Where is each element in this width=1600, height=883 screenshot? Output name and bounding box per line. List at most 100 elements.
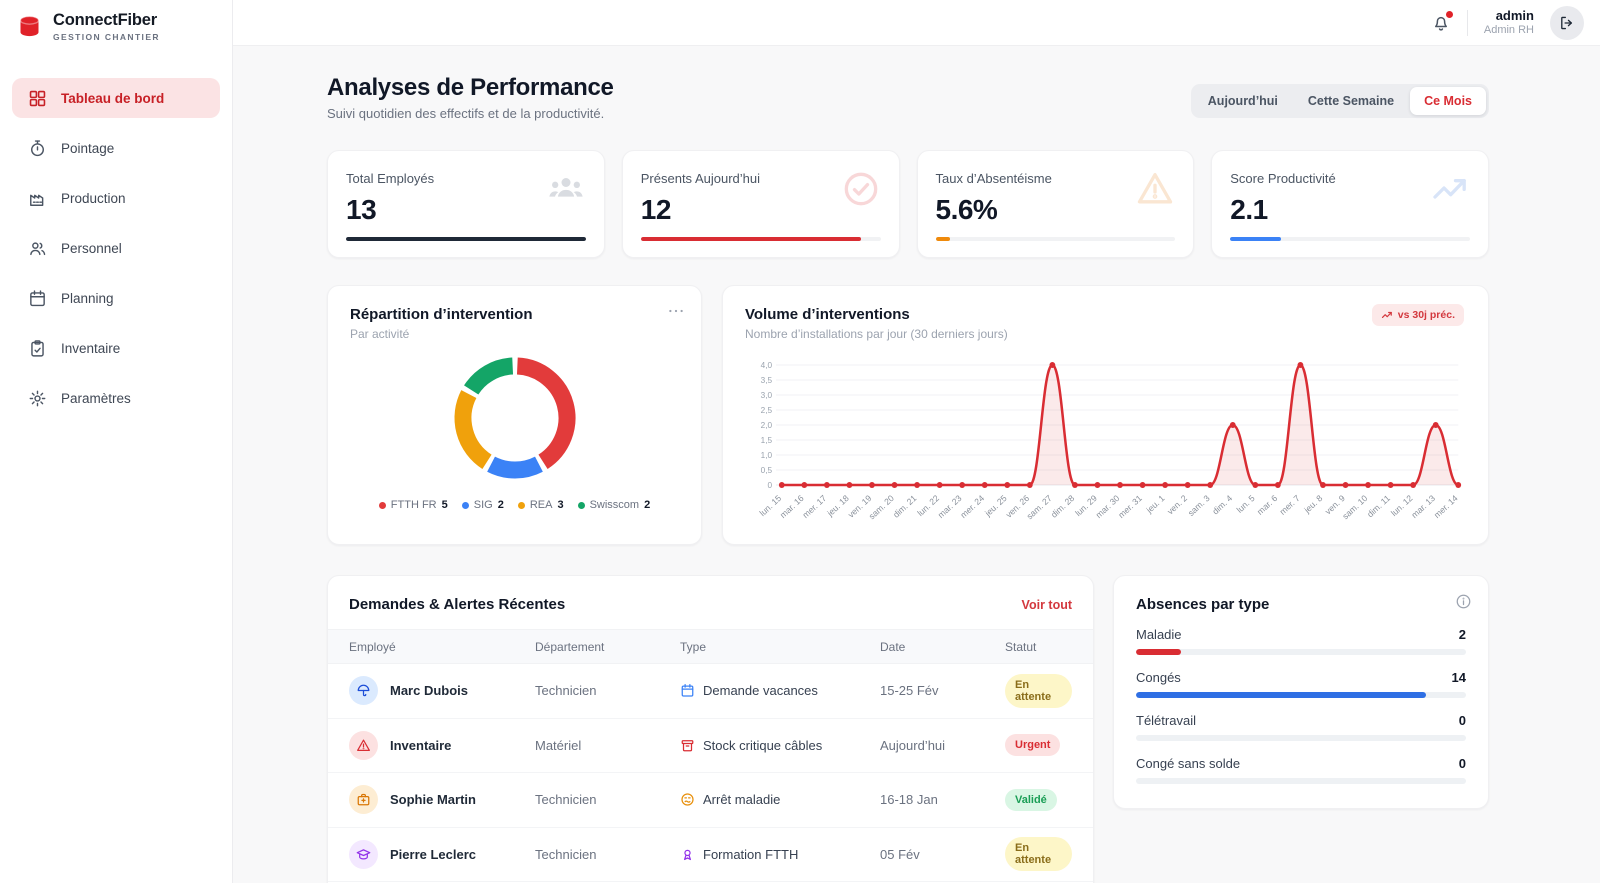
absences-title: Absences par type bbox=[1136, 596, 1270, 613]
donut-segment-rea[interactable] bbox=[454, 390, 492, 469]
sidebar-item-label: Production bbox=[61, 190, 126, 206]
first-aid-icon bbox=[357, 794, 370, 806]
stat-progress-track bbox=[935, 237, 1176, 241]
stat-progress-track bbox=[1230, 237, 1470, 241]
info-icon[interactable] bbox=[1455, 593, 1472, 610]
see-all-link[interactable]: Voir tout bbox=[1022, 598, 1072, 612]
svg-text:4,0: 4,0 bbox=[761, 360, 773, 370]
department-cell: Technicien bbox=[535, 792, 597, 808]
absence-label: Télétravail bbox=[1136, 713, 1196, 728]
table-row[interactable]: Inventaire Matériel Stock critique câbles A… bbox=[328, 719, 1093, 773]
table-row[interactable]: Pierre Leclerc Technicien Formation FTTH 05… bbox=[328, 828, 1093, 882]
svg-text:3,5: 3,5 bbox=[761, 375, 773, 385]
table-row[interactable]: Sophie Martin Technicien Arrêt maladie 16-1… bbox=[328, 773, 1093, 828]
svg-text:jeu. 25: jeu. 25 bbox=[982, 493, 1008, 519]
clipboard-check-icon bbox=[31, 339, 44, 357]
svg-text:mer. 24: mer. 24 bbox=[958, 493, 986, 520]
notification-unread-dot bbox=[1445, 10, 1453, 18]
donut-card-title: Répartition d’intervention bbox=[350, 306, 533, 323]
donut-svg bbox=[454, 357, 575, 479]
absence-progress-fill bbox=[1136, 649, 1181, 655]
people-group-icon bbox=[549, 178, 583, 197]
donut-segment-sig[interactable] bbox=[486, 456, 543, 479]
logout-button[interactable] bbox=[1550, 5, 1584, 40]
donut-segment-swisscom[interactable] bbox=[463, 357, 513, 395]
absence-progress-track bbox=[1136, 649, 1466, 655]
trend-up-icon bbox=[1381, 309, 1393, 321]
sidebar-item-tableau-de-bord[interactable]: Tableau de bord bbox=[12, 78, 220, 118]
stopwatch-icon bbox=[31, 139, 44, 156]
svg-text:mar. 30: mar. 30 bbox=[1094, 493, 1122, 520]
user-role: Admin RH bbox=[1483, 23, 1534, 36]
sidebar-item-production[interactable]: Production bbox=[12, 178, 220, 218]
date-cell: Aujourd’hui bbox=[880, 737, 946, 753]
absence-value: 0 bbox=[1458, 713, 1466, 728]
notifications-button[interactable] bbox=[1431, 10, 1453, 33]
absence-value: 14 bbox=[1451, 670, 1466, 685]
column-header-type: Type bbox=[680, 639, 707, 654]
stat-progress-fill bbox=[935, 237, 950, 241]
legend-value: 5 bbox=[441, 499, 448, 511]
department-cell: Matériel bbox=[535, 737, 582, 753]
stat-card: Taux d’Absentéisme 5.6% bbox=[916, 150, 1195, 258]
calendar-icon bbox=[30, 289, 45, 306]
absence-progress-track bbox=[1136, 692, 1466, 698]
donut-segment-ftth-fr[interactable] bbox=[516, 357, 575, 469]
line-card-title: Volume d’interventions bbox=[745, 306, 910, 323]
check-circle-icon bbox=[841, 169, 881, 209]
archive-box-icon bbox=[681, 739, 694, 752]
stat-progress-fill bbox=[640, 237, 862, 241]
sidebar-menu: Tableau de bord Pointage Production Personn… bbox=[0, 56, 232, 418]
sidebar-item-planning[interactable]: Planning bbox=[12, 278, 220, 318]
filter-aujourd-hui[interactable]: Aujourd’hui bbox=[1194, 87, 1292, 115]
topbar-divider bbox=[1466, 9, 1468, 36]
sidebar-item-label: Tableau de bord bbox=[61, 90, 165, 106]
sidebar-item-inventaire[interactable]: Inventaire bbox=[12, 328, 220, 368]
column-header-d-partement: Département bbox=[535, 639, 605, 654]
legend-item-sig: SIG 2 bbox=[461, 499, 504, 511]
stat-progress-fill bbox=[346, 237, 586, 241]
svg-text:2,5: 2,5 bbox=[761, 405, 773, 415]
medal-icon bbox=[680, 847, 695, 862]
svg-text:dim. 28: dim. 28 bbox=[1049, 493, 1076, 520]
time-filter-segment: Aujourd’hui Cette Semaine Ce Mois bbox=[1190, 84, 1489, 118]
sidebar-item-personnel[interactable]: Personnel bbox=[12, 228, 220, 268]
svg-text:1,5: 1,5 bbox=[761, 435, 773, 445]
svg-text:jeu. 18: jeu. 18 bbox=[824, 493, 850, 519]
line-card-subtitle: Nombre d’installations par jour (30 dern… bbox=[745, 327, 1008, 341]
filter-cette-semaine[interactable]: Cette Semaine bbox=[1294, 87, 1408, 115]
dots-menu-icon[interactable] bbox=[667, 302, 685, 320]
volume-card: Volume d’interventions Nombre d’installa… bbox=[722, 285, 1489, 545]
employee-name: Inventaire bbox=[390, 737, 452, 753]
status-badge: En attente bbox=[1005, 837, 1072, 872]
warning-triangle-icon bbox=[357, 739, 370, 751]
sick-face-icon bbox=[680, 792, 695, 807]
sidebar-item-pointage[interactable]: Pointage bbox=[12, 128, 220, 168]
sidebar-item-label: Planning bbox=[61, 290, 114, 306]
donut-legend: FTTH FR 5 SIG 2 REA 3 Swisscom 2 bbox=[350, 499, 679, 511]
absence-progress-fill bbox=[1136, 692, 1427, 698]
stat-progress-fill bbox=[1230, 237, 1281, 241]
absence-progress-track bbox=[1136, 778, 1466, 784]
grid-icon bbox=[29, 90, 46, 106]
svg-text:sam. 20: sam. 20 bbox=[867, 493, 896, 522]
umbrella-icon bbox=[357, 684, 370, 697]
trend-up-icon bbox=[1433, 179, 1466, 199]
employee-name: Sophie Martin bbox=[390, 792, 476, 808]
sidebar-item-label: Pointage bbox=[61, 140, 115, 156]
svg-text:mer. 14: mer. 14 bbox=[1432, 493, 1460, 520]
table-row[interactable]: Marc Dubois Technicien Demande vacances 15-… bbox=[328, 664, 1093, 719]
svg-text:sam. 27: sam. 27 bbox=[1025, 493, 1054, 522]
archive-box-icon bbox=[680, 738, 695, 753]
svg-text:mar. 6: mar. 6 bbox=[1255, 493, 1279, 517]
sidebar-item-parametres[interactable]: Paramètres bbox=[12, 378, 220, 418]
legend-value: 3 bbox=[557, 499, 564, 511]
requests-alerts-card: Demandes & Alertes Récentes Voir tout Em… bbox=[327, 575, 1094, 883]
column-header-employ-: Employé bbox=[349, 639, 396, 654]
logout-icon bbox=[1561, 16, 1573, 29]
legend-dot bbox=[517, 501, 525, 509]
filter-ce-mois[interactable]: Ce Mois bbox=[1410, 87, 1486, 115]
department-cell: Technicien bbox=[535, 846, 597, 862]
row-avatar bbox=[349, 839, 378, 869]
donut-chart bbox=[350, 343, 679, 493]
